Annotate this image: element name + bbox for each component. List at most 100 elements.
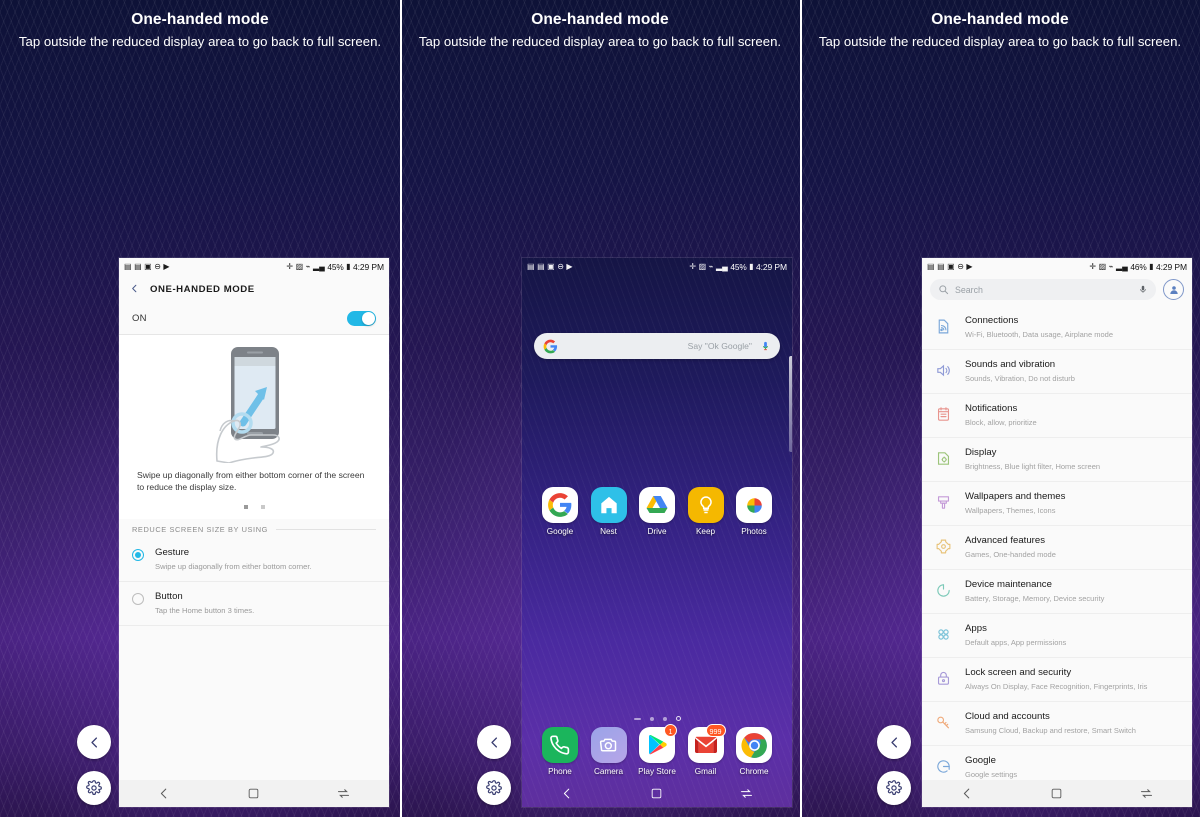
settings-item-device-maintenance[interactable]: Device maintenance Battery, Storage, Mem…: [922, 570, 1192, 614]
nav-home-icon[interactable]: [1050, 787, 1063, 800]
settings-item-lock-screen-and-security[interactable]: Lock screen and security Always On Displ…: [922, 658, 1192, 702]
play-icon: ▶: [966, 261, 973, 271]
option-gesture-title: Gesture: [155, 547, 190, 558]
do-not-disturb-icon: ⊖: [557, 261, 564, 271]
bluetooth-icon: ✛: [286, 261, 294, 271]
settings-item-title: Notifications: [965, 403, 1018, 414]
settings-item-cloud-and-accounts[interactable]: Cloud and accounts Samsung Cloud, Backup…: [922, 702, 1192, 746]
app-gmail[interactable]: 999 Gmail: [684, 724, 728, 776]
hero-page-dots[interactable]: [243, 493, 265, 519]
settings-item-text: Cloud and accounts Samsung Cloud, Backup…: [965, 710, 1136, 736]
fab-back-button-3[interactable]: [877, 725, 911, 759]
settings-screen: ▤ ▤ ▣ ⊖ ▶ ✛ ▨ ⌁ ▂▄ 46% ▮ 4:29 PM Search …: [922, 258, 1192, 807]
radio-button[interactable]: [132, 593, 144, 605]
bluetooth-icon: ✛: [1089, 261, 1097, 271]
fab-back-button-2[interactable]: [477, 725, 511, 759]
nav-recents-icon[interactable]: [1139, 786, 1154, 801]
settings-item-subtitle: Google settings: [965, 770, 1018, 779]
page-indicator-home[interactable]: [675, 716, 681, 721]
settings-item-title: Display: [965, 447, 997, 458]
image-icon: ▤: [527, 261, 535, 271]
status-bar-3: ▤ ▤ ▣ ⊖ ▶ ✛ ▨ ⌁ ▂▄ 46% ▮ 4:29 PM: [922, 258, 1192, 275]
settings-item-text: Connections Wi-Fi, Bluetooth, Data usage…: [965, 314, 1113, 340]
nav-back-icon[interactable]: [157, 786, 172, 801]
app-nest[interactable]: Nest: [587, 487, 631, 536]
google-search-bar[interactable]: Say "Ok Google": [534, 333, 780, 359]
nav-home-icon[interactable]: [247, 787, 260, 800]
display-icon: [933, 448, 953, 468]
settings-item-connections[interactable]: Connections Wi-Fi, Bluetooth, Data usage…: [922, 306, 1192, 350]
settings-item-google[interactable]: Google Google settings: [922, 746, 1192, 780]
settings-item-notifications[interactable]: Notifications Block, allow, prioritize: [922, 394, 1192, 438]
status-bar-left-icons-2: ▤ ▤ ▣ ⊖ ▶: [527, 261, 573, 271]
fab-back-button-1[interactable]: [77, 725, 111, 759]
phone-frame-2: ▤ ▤ ▣ ⊖ ▶ ✛ ▨ ⌁ ▂▄ 45% ▮ 4:29 PM Say "Ok…: [522, 258, 792, 807]
status-bar-right-icons-2: ✛ ▨ ⌁ ▂▄ 45% ▮ 4:29 PM: [689, 262, 787, 272]
battery-percent-2: 45%: [730, 261, 747, 272]
nav-back-icon[interactable]: [560, 786, 575, 801]
fab-settings-button-3[interactable]: [877, 771, 911, 805]
page-indicator-bar[interactable]: [633, 717, 641, 720]
page-indicator-dot[interactable]: [649, 716, 654, 721]
home-page-indicator[interactable]: [522, 709, 792, 727]
chevron-left-icon: [132, 284, 137, 293]
nav-recents-icon[interactable]: [739, 786, 754, 801]
app-label: Google: [546, 527, 574, 537]
edge-panel-handle[interactable]: [789, 356, 792, 452]
status-clock-2: 4:29 PM: [756, 261, 787, 272]
app-camera[interactable]: Camera: [587, 727, 631, 776]
microphone-icon[interactable]: [1138, 283, 1148, 296]
settings-search-input[interactable]: Search: [930, 279, 1156, 300]
app-photos[interactable]: Photos: [732, 487, 776, 536]
settings-item-text: Display Brightness, Blue light filter, H…: [965, 446, 1100, 472]
page-dot[interactable]: [243, 505, 248, 509]
phone-frame-1: ▤ ▤ ▣ ⊖ ▶ ✛ ▨ ⌁ ▂▄ 45% ▮ 4:29 PM ONE-HAN…: [119, 258, 389, 807]
fab-settings-button-1[interactable]: [77, 771, 111, 805]
image-icon: ▤: [537, 261, 545, 271]
app-chrome[interactable]: Chrome: [732, 727, 776, 776]
one-handed-switch[interactable]: [347, 311, 376, 326]
app-drive[interactable]: Drive: [635, 487, 679, 536]
one-handed-toggle-row[interactable]: ON: [119, 303, 389, 335]
settings-item-advanced-features[interactable]: Advanced features Games, One-handed mode: [922, 526, 1192, 570]
nav-back-icon[interactable]: [960, 786, 975, 801]
app-keep[interactable]: Keep: [684, 487, 728, 536]
microphone-icon[interactable]: [760, 339, 771, 353]
option-row-gesture[interactable]: Gesture Swipe up diagonally from either …: [119, 538, 389, 582]
battery-icon: ▮: [346, 261, 351, 271]
page-indicator-dot[interactable]: [662, 716, 667, 721]
settings-item-wallpapers-and-themes[interactable]: Wallpapers and themes Wallpapers, Themes…: [922, 482, 1192, 526]
appbar-back-button[interactable]: [129, 282, 140, 296]
caption-block: One-handed mode Tap outside the reduced …: [0, 0, 400, 52]
settings-item-text: Device maintenance Battery, Storage, Mem…: [965, 578, 1104, 604]
device-maintenance-icon: [933, 580, 953, 600]
image-icon: ▤: [124, 261, 132, 271]
option-row-button[interactable]: Button Tap the Home button 3 times.: [119, 582, 389, 626]
speaker-icon: [933, 360, 953, 380]
nav-home-icon[interactable]: [650, 787, 663, 800]
settings-item-text: Apps Default apps, App permissions: [965, 622, 1066, 648]
settings-item-subtitle: Battery, Storage, Memory, Device securit…: [965, 594, 1105, 603]
account-avatar-button[interactable]: [1163, 279, 1184, 300]
app-label: Keep: [695, 527, 716, 537]
google-drive-icon: [639, 487, 675, 524]
app-google[interactable]: Google: [538, 487, 582, 536]
settings-item-title: Connections: [965, 315, 1019, 326]
nav-recents-icon[interactable]: [336, 786, 351, 801]
key-icon: [933, 712, 953, 732]
lock-icon: [933, 668, 953, 688]
settings-item-text: Sounds and vibration Sounds, Vibration, …: [965, 358, 1075, 384]
appbar-1: ONE-HANDED MODE: [119, 275, 389, 303]
badge-gmail: 999: [705, 724, 726, 737]
fab-settings-button-2[interactable]: [477, 771, 511, 805]
settings-item-sounds-and-vibration[interactable]: Sounds and vibration Sounds, Vibration, …: [922, 350, 1192, 394]
settings-item-apps[interactable]: Apps Default apps, App permissions: [922, 614, 1192, 658]
section-header-row: REDUCE SCREEN SIZE BY USING: [119, 519, 389, 538]
settings-item-display[interactable]: Display Brightness, Blue light filter, H…: [922, 438, 1192, 482]
radio-gesture[interactable]: [132, 549, 144, 561]
page-dot[interactable]: [260, 505, 265, 509]
account-avatar-icon: [1169, 285, 1178, 294]
option-gesture-text: Gesture Swipe up diagonally from either …: [155, 547, 312, 572]
app-play-store[interactable]: 1 Play Store: [635, 724, 679, 776]
app-phone[interactable]: Phone: [538, 727, 582, 776]
